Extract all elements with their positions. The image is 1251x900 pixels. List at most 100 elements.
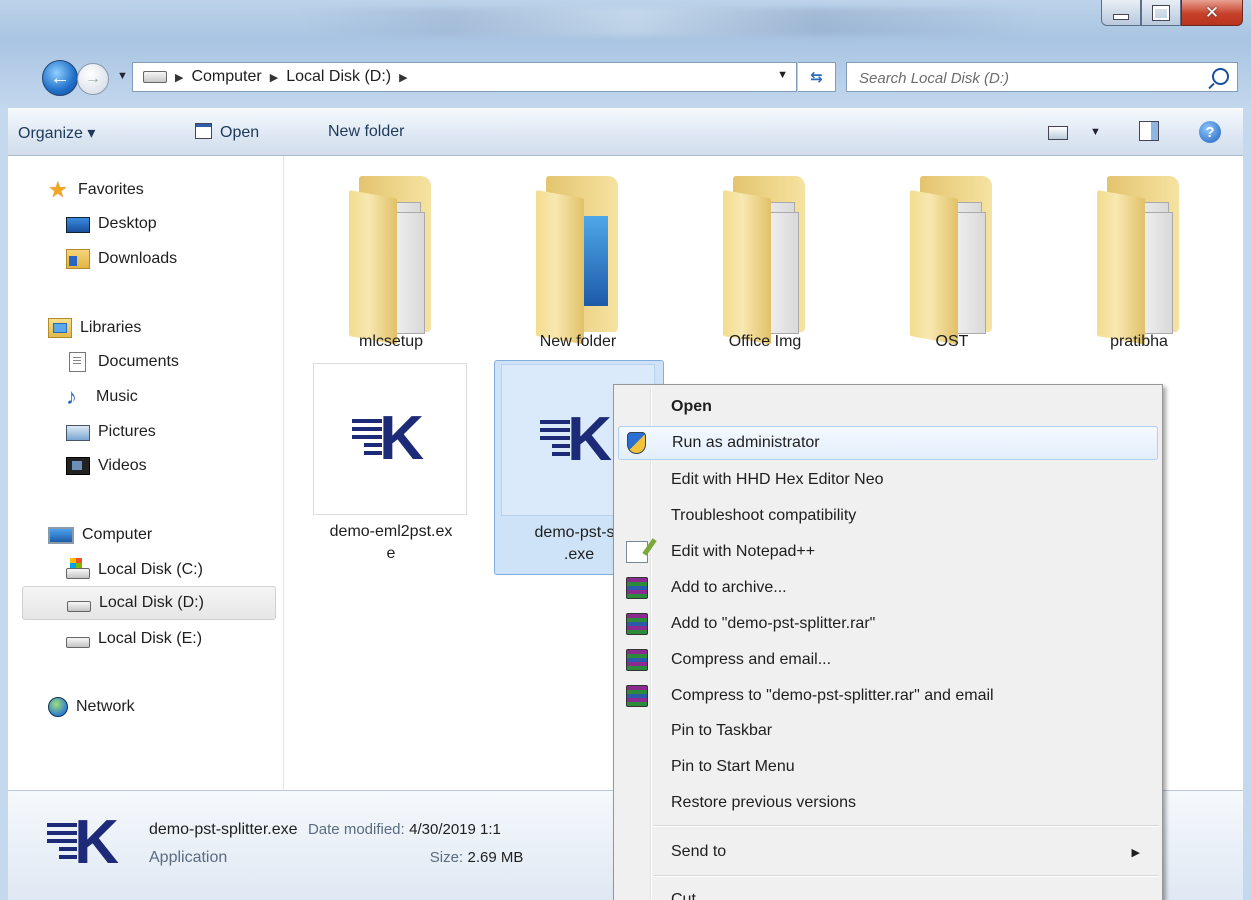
- libraries-icon: [48, 318, 72, 338]
- drive-icon: [67, 600, 91, 612]
- chevron-right-icon[interactable]: ▶: [268, 71, 280, 84]
- winrar-icon: [626, 613, 648, 635]
- file-demo-eml2pst[interactable]: K demo-eml2pst.ex e: [311, 363, 471, 573]
- breadcrumb-local-disk-d[interactable]: Local Disk (D:): [280, 68, 397, 86]
- menu-item-pin-to-taskbar[interactable]: Pin to Taskbar: [618, 714, 1158, 748]
- nav-label: Downloads: [98, 250, 178, 267]
- address-bar[interactable]: ▶ Computer ▶ Local Disk (D:) ▶ ▼: [132, 62, 797, 92]
- windows-drive-icon: [66, 557, 90, 579]
- menu-item-run-as-administrator[interactable]: Run as administrator: [618, 426, 1158, 460]
- drive-icon: [66, 636, 90, 648]
- help-icon[interactable]: ?: [1199, 121, 1221, 143]
- menu-item-edit-hex-editor[interactable]: Edit with HHD Hex Editor Neo: [618, 463, 1158, 497]
- menu-item-troubleshoot-compatibility[interactable]: Troubleshoot compatibility: [618, 499, 1158, 533]
- nav-label: Local Disk (E:): [98, 630, 203, 647]
- organize-button[interactable]: Organize ▾: [18, 123, 95, 143]
- nav-item-pictures[interactable]: Pictures: [66, 415, 156, 449]
- nav-item-libraries[interactable]: Libraries: [48, 311, 141, 345]
- menu-item-pin-to-start-menu[interactable]: Pin to Start Menu: [618, 750, 1158, 784]
- preview-pane-icon[interactable]: [1139, 121, 1159, 141]
- menu-item-send-to[interactable]: Send to ▶: [618, 835, 1158, 869]
- explorer-window: ✕ ← → ▼ ▶ Computer ▶ Local Disk (D:) ▶ ▼…: [0, 0, 1251, 900]
- nav-item-network[interactable]: Network: [48, 690, 135, 724]
- nav-label: Network: [76, 698, 135, 715]
- menu-item-cut[interactable]: Cut: [618, 883, 1158, 900]
- breadcrumb-computer[interactable]: Computer: [185, 68, 267, 86]
- address-dropdown-icon[interactable]: ▼: [777, 69, 788, 81]
- menu-item-compress-to-rar-and-email[interactable]: Compress to "demo-pst-splitter.rar" and …: [618, 679, 1158, 713]
- minimize-icon: [1113, 13, 1129, 20]
- notepad-icon: [626, 541, 648, 563]
- nav-item-desktop[interactable]: Desktop: [66, 207, 157, 241]
- menu-item-edit-notepadpp[interactable]: Edit with Notepad++: [618, 535, 1158, 569]
- folder-ost[interactable]: OST: [872, 164, 1032, 364]
- search-box[interactable]: [846, 62, 1238, 92]
- maximize-icon: [1152, 4, 1170, 21]
- folder-pratibha[interactable]: pratibha: [1059, 164, 1219, 364]
- forward-button[interactable]: →: [77, 63, 109, 95]
- nav-item-computer[interactable]: Computer: [48, 518, 152, 552]
- minimize-button[interactable]: [1101, 0, 1141, 26]
- close-button[interactable]: ✕: [1181, 0, 1243, 26]
- context-menu: Open Run as administrator Edit with HHD …: [613, 384, 1163, 900]
- file-name: pratibha: [1110, 333, 1168, 350]
- nav-item-local-disk-d[interactable]: Local Disk (D:): [22, 586, 276, 620]
- nav-item-favorites[interactable]: ★ Favorites: [48, 173, 144, 207]
- nav-item-documents[interactable]: Documents: [66, 345, 179, 379]
- downloads-icon: [66, 249, 90, 269]
- drive-icon: [143, 71, 167, 83]
- open-button[interactable]: Open: [195, 123, 259, 142]
- documents-icon: [69, 352, 86, 372]
- computer-icon: [48, 526, 74, 544]
- nav-item-local-disk-c[interactable]: Local Disk (C:): [66, 553, 203, 587]
- menu-item-compress-and-email[interactable]: Compress and email...: [618, 643, 1158, 677]
- file-name: demo-eml2pst.ex e: [329, 523, 453, 562]
- nav-label: Desktop: [98, 215, 157, 232]
- menu-item-add-to-archive[interactable]: Add to archive...: [618, 571, 1158, 605]
- nav-item-downloads[interactable]: Downloads: [66, 242, 177, 276]
- command-bar: Organize ▾ Open New folder ▼ ?: [8, 108, 1243, 156]
- folder-icon: [1097, 176, 1179, 345]
- folder-new-folder[interactable]: New folder: [498, 164, 658, 364]
- view-dropdown-icon[interactable]: ▼: [1090, 126, 1101, 138]
- arrow-right-icon: →: [85, 70, 101, 87]
- nav-label: Local Disk (C:): [98, 561, 203, 578]
- menu-item-open[interactable]: Open: [618, 390, 1158, 424]
- nav-item-videos[interactable]: Videos: [66, 449, 147, 483]
- file-name: mlcsetup: [358, 333, 424, 350]
- nav-item-music[interactable]: ♪ Music: [66, 380, 138, 414]
- nav-label: Music: [96, 388, 138, 405]
- folder-office-img[interactable]: Office Img: [685, 164, 845, 364]
- app-logo-icon: K: [352, 408, 428, 470]
- winrar-icon: [626, 685, 648, 707]
- folder-icon: [536, 176, 618, 345]
- chevron-right-icon[interactable]: ▶: [173, 71, 185, 84]
- star-icon: ★: [48, 177, 68, 202]
- file-name: New folder: [539, 333, 617, 350]
- folder-icon: [723, 176, 805, 345]
- search-input[interactable]: [857, 64, 1201, 92]
- menu-item-add-to-rar[interactable]: Add to "demo-pst-splitter.rar": [618, 607, 1158, 641]
- open-label: Open: [220, 124, 260, 141]
- recent-pages-dropdown[interactable]: ▼: [117, 70, 128, 82]
- nav-item-local-disk-e[interactable]: Local Disk (E:): [66, 622, 202, 656]
- folder-icon: [910, 176, 992, 345]
- details-file-name: demo-pst-splitter.exe Date modified: 4/3…: [149, 821, 501, 838]
- refresh-button[interactable]: ⇆: [798, 62, 836, 92]
- nav-label: Documents: [98, 353, 179, 370]
- file-name: OST: [935, 333, 969, 350]
- back-button[interactable]: ←: [42, 60, 78, 96]
- app-logo-icon: K: [540, 409, 616, 471]
- menu-separator: [654, 825, 1159, 827]
- new-folder-button[interactable]: New folder: [328, 123, 404, 141]
- folder-mlcsetup[interactable]: mlcsetup: [311, 164, 471, 364]
- nav-label: Pictures: [98, 423, 156, 440]
- videos-icon: [66, 457, 90, 475]
- chevron-right-icon[interactable]: ▶: [397, 71, 409, 84]
- search-icon[interactable]: [1212, 68, 1229, 85]
- maximize-button[interactable]: [1141, 0, 1181, 26]
- caption-buttons: ✕: [1101, 0, 1243, 26]
- menu-item-restore-previous-versions[interactable]: Restore previous versions: [618, 786, 1158, 820]
- details-file-type: Application Size: 2.69 MB: [149, 849, 524, 866]
- change-view-icon[interactable]: [1048, 126, 1068, 140]
